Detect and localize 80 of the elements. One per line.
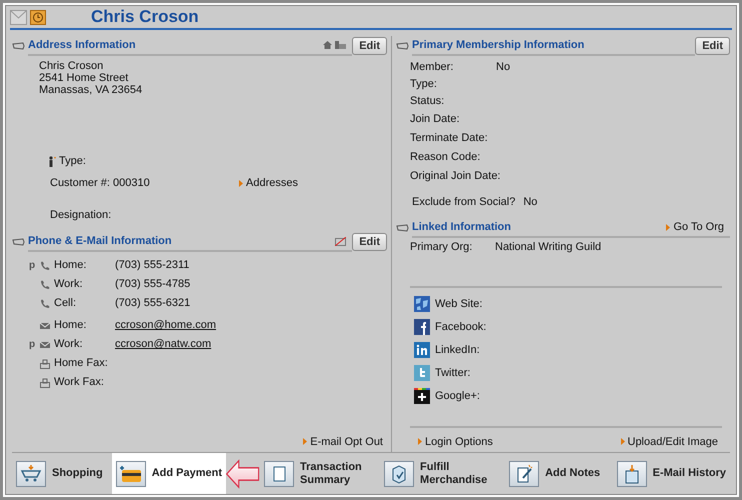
- section-title: Linked Information: [412, 220, 511, 235]
- document-icon: [264, 460, 294, 486]
- field-label: Type:: [410, 77, 438, 92]
- go-to-org-link[interactable]: Go To Org: [673, 218, 724, 236]
- field-label: Cell:: [54, 296, 78, 312]
- field-label: Type:: [59, 154, 86, 169]
- arrow-icon: [418, 438, 422, 446]
- linkedin-icon: [414, 342, 430, 358]
- clock-icon[interactable]: [30, 10, 46, 24]
- edit-button[interactable]: Edit: [695, 37, 730, 55]
- field-label: Designation:: [50, 208, 112, 223]
- field-label: Terminate Date:: [410, 131, 489, 146]
- field-label: Home:: [54, 258, 88, 274]
- globe-icon: [414, 296, 430, 312]
- phone-number: (703) 555-2311: [115, 258, 190, 274]
- primary-marker: p: [29, 259, 36, 273]
- field-label: Member:: [410, 60, 454, 75]
- toolbar-button[interactable]: Shopping: [12, 453, 110, 494]
- field-value: 000310: [113, 176, 151, 191]
- printer-icon: [40, 378, 50, 388]
- arrow-icon: [239, 180, 243, 186]
- phone-number: (703) 555-4785: [115, 277, 190, 292]
- arrow-icon: [620, 438, 624, 446]
- social-label: Facebook:: [435, 320, 486, 335]
- upload-image-link[interactable]: Upload/Edit Image: [628, 434, 718, 450]
- field-label: Status:: [410, 94, 446, 110]
- field-value: No: [523, 194, 538, 210]
- toolbar-button[interactable]: Add Notes: [505, 453, 611, 494]
- no-email-icon: [335, 236, 346, 246]
- addresses-link[interactable]: Addresses: [246, 174, 298, 192]
- section-title: Address Information: [28, 38, 136, 53]
- section-title: Primary Membership Information: [412, 38, 584, 53]
- notes-icon: [509, 460, 540, 486]
- field-label: Home:: [54, 318, 88, 334]
- toolbar-button[interactable]: Add Payment: [112, 453, 226, 494]
- twitter-icon: [414, 365, 430, 381]
- edit-button[interactable]: Edit: [352, 233, 387, 251]
- field-label: Work:: [54, 337, 84, 352]
- phone-number: (703) 555-6321: [115, 296, 190, 312]
- toolbar-button[interactable]: E-Mail History: [612, 453, 730, 494]
- primary-marker: p: [29, 338, 36, 352]
- address-line: Chris Croson: [39, 60, 104, 72]
- printer-icon: [40, 358, 50, 368]
- google-plus-icon: [414, 388, 430, 404]
- envelope-icon: [40, 322, 50, 330]
- email-link[interactable]: ccroson@natw.com: [115, 336, 212, 353]
- toolbar-button[interactable]: Transaction Summary: [262, 453, 378, 494]
- credit-card-icon: [116, 460, 146, 486]
- login-options-link[interactable]: Login Options: [425, 434, 493, 450]
- toolbar-button[interactable]: Fulfill Merchandise: [380, 453, 504, 494]
- social-label: Twitter:: [435, 366, 470, 381]
- social-label: Web Site:: [435, 297, 482, 312]
- edit-button[interactable]: Edit: [352, 37, 387, 55]
- field-label: Work:: [54, 277, 84, 292]
- callout-arrow: [226, 458, 260, 488]
- field-label: Primary Org:: [410, 240, 474, 255]
- field-label: Customer #:: [50, 176, 111, 191]
- field-value: No: [496, 60, 510, 75]
- field-label: Home Fax:: [54, 356, 109, 372]
- social-label: LinkedIn:: [435, 343, 480, 358]
- envelope-icon: [40, 340, 50, 348]
- address-line: 2541 Home Street: [39, 72, 130, 84]
- field-label: Join Date:: [410, 112, 461, 128]
- building-icon: [335, 41, 346, 49]
- arrow-icon: [303, 438, 308, 446]
- home-icon: [323, 41, 332, 49]
- social-label: Google+:: [435, 389, 480, 404]
- email-link[interactable]: ccroson@home.com: [115, 317, 216, 334]
- arrow-icon: [666, 224, 670, 230]
- facebook-icon: [414, 319, 430, 335]
- opt-out-link[interactable]: E-mail Opt Out: [310, 434, 383, 450]
- field-label: Exclude from Social?: [412, 194, 516, 210]
- field-value: National Writing Guild: [495, 240, 602, 255]
- field-label: Work Fax:: [54, 375, 105, 390]
- cart-icon: [16, 460, 46, 486]
- section-title: Phone & E-Mail Information: [28, 234, 172, 249]
- mail-history-icon: [616, 460, 647, 486]
- address-line: Manassas, VA 23654: [39, 84, 144, 96]
- field-label: Reason Code:: [410, 150, 482, 166]
- page-title: Chris Croson: [91, 6, 199, 28]
